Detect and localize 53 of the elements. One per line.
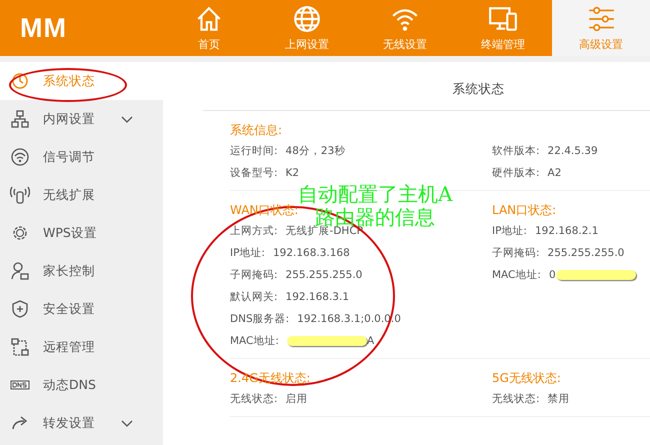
field-label: 子网掩码:: [230, 268, 278, 283]
field-value: 启用: [286, 392, 308, 407]
field-label: 默认网关:: [230, 290, 278, 305]
sidebar-item[interactable]: 安全设置: [0, 290, 163, 328]
field-value: 192.168.3.168: [272, 246, 350, 261]
field-value: A: [366, 334, 374, 349]
field-label: IP地址:: [230, 246, 265, 261]
sidebar-item[interactable]: 无线扩展: [0, 176, 163, 214]
field-value: 192.168.2.1: [534, 224, 598, 239]
shield-icon: [10, 299, 30, 319]
field-value: 22.4.5.39: [548, 144, 598, 159]
field-label: DNS服务器:: [230, 312, 290, 327]
sidebar-item[interactable]: WPS设置: [0, 214, 163, 252]
sidebar-item[interactable]: 信号调节: [0, 138, 163, 176]
field-label: 硬件版本:: [492, 166, 540, 181]
field-label: IP地址:: [492, 224, 527, 239]
field-value: A2: [548, 166, 562, 181]
logo: MM: [19, 12, 68, 44]
sidebar-item[interactable]: 家长控制: [0, 252, 163, 290]
field-label: 无线状态:: [230, 392, 278, 407]
field-value: K2: [286, 166, 300, 181]
field-value: 192.168.3.1: [286, 290, 350, 305]
section-heading: LAN口状态:: [492, 202, 556, 219]
sliders-icon: [586, 4, 616, 34]
field-label: 软件版本:: [492, 144, 540, 159]
section-heading: 5G无线状态:: [492, 370, 561, 387]
antenna-icon: [10, 185, 30, 205]
field-label: MAC地址:: [230, 334, 279, 349]
field-label: 无线状态:: [492, 392, 540, 407]
devices-icon: [488, 4, 518, 34]
sidebar-item[interactable]: 远程管理: [0, 328, 163, 366]
person-lock-icon: [10, 261, 30, 281]
field-value: 48分，23秒: [286, 144, 346, 159]
remote-icon: [10, 337, 30, 357]
field-label: MAC地址:: [492, 268, 541, 283]
field-label: 子网掩码:: [492, 246, 540, 261]
section-heading: 系统信息:: [230, 122, 282, 139]
clock-icon: [10, 71, 30, 91]
field-label: 上网方式:: [230, 224, 278, 239]
sidebar-item[interactable]: 动态DNS: [0, 366, 163, 404]
field-value: 255.255.255.0: [286, 268, 362, 283]
sidebar-item[interactable]: 内网设置: [0, 100, 163, 138]
sidebar-item[interactable]: 转发设置: [0, 404, 163, 442]
annotation-text: 自动配置了主机A: [298, 183, 452, 206]
field-label: 设备型号:: [230, 166, 278, 181]
signal-icon: [10, 147, 30, 167]
field-label: 运行时间:: [230, 144, 278, 159]
field-value: 禁用: [548, 392, 570, 407]
page-title: 系统状态: [203, 62, 650, 111]
network-icon: [10, 109, 30, 129]
field-value: 255.255.255.0: [548, 246, 624, 261]
globe-icon: [292, 4, 322, 34]
field-value: 0: [548, 268, 556, 283]
